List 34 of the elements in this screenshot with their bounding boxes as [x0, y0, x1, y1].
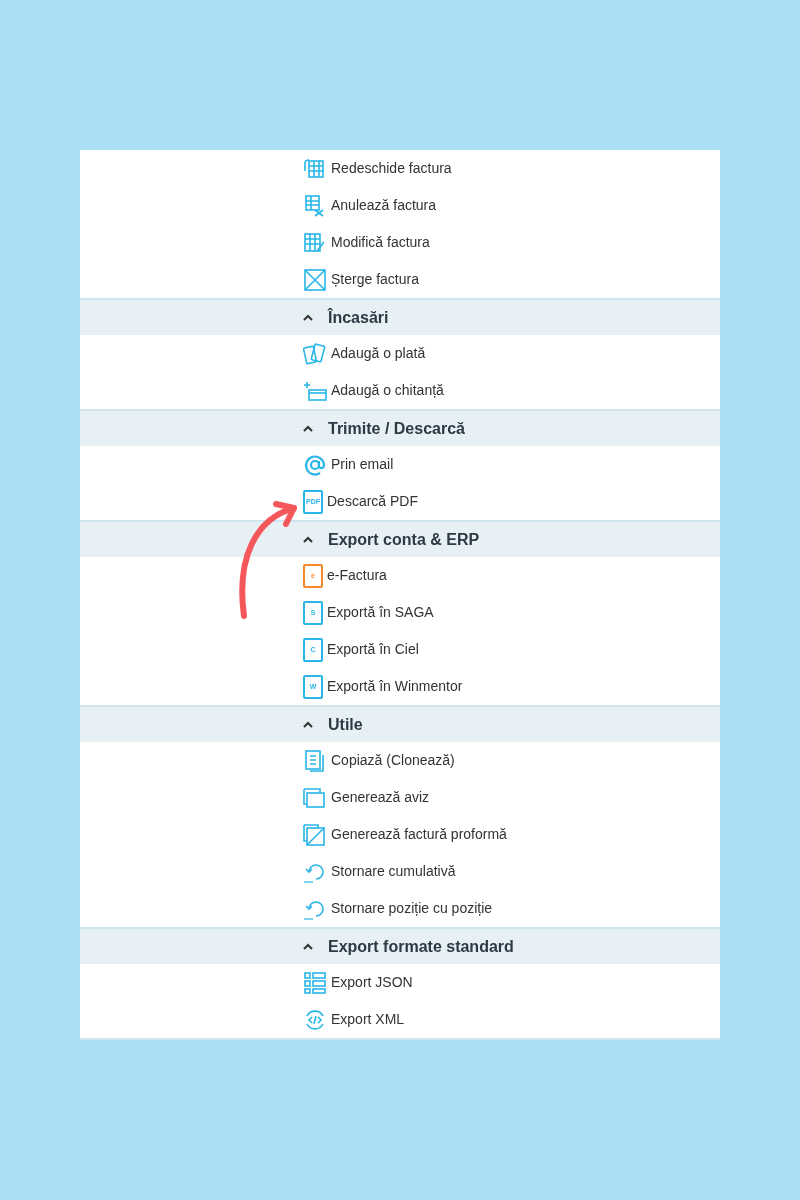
section-header[interactable]: Trimite / Descarcă: [80, 409, 720, 446]
section-title: Export formate standard: [328, 936, 514, 957]
section-header[interactable]: Export conta & ERP: [80, 520, 720, 557]
menu-item[interactable]: Export XML: [80, 1001, 720, 1038]
menu-item[interactable]: Adaugă o plată: [80, 335, 720, 372]
menu-item[interactable]: Anulează factura: [80, 187, 720, 224]
menu-item[interactable]: Modifică factura: [80, 224, 720, 261]
code-icon: [303, 1007, 327, 1032]
table-icon: [303, 230, 327, 255]
document-icon: [303, 822, 327, 847]
menu-item[interactable]: Generează factură proformă: [80, 816, 720, 853]
table-icon: [303, 156, 327, 181]
menu-item[interactable]: Adaugă o chitanță: [80, 372, 720, 409]
menu-item[interactable]: Prin email: [80, 446, 720, 483]
menu-item[interactable]: Stornare poziție cu poziție: [80, 890, 720, 927]
section-header[interactable]: Export formate standard: [80, 927, 720, 964]
menu-item[interactable]: Generează aviz: [80, 779, 720, 816]
delete-icon: [303, 267, 327, 292]
at-sign-icon: [303, 452, 327, 477]
menu-item[interactable]: Copiază (Clonează): [80, 742, 720, 779]
list-icon: [303, 970, 327, 995]
menu-item[interactable]: Export JSON: [80, 964, 720, 1001]
section-title: Utile: [328, 714, 363, 735]
section-title: Export conta & ERP: [328, 529, 480, 550]
copy-icon: [303, 748, 327, 773]
menu-item[interactable]: Stornare cumulativă: [80, 853, 720, 890]
section-header[interactable]: Utile: [80, 705, 720, 742]
copy-icon: [303, 785, 327, 810]
menu-item[interactable]: Redeschide factura: [80, 150, 720, 187]
menu-item[interactable]: Șterge factura: [80, 261, 720, 298]
section-title: Încasări: [328, 307, 389, 328]
section-header[interactable]: Încasări: [80, 298, 720, 335]
section-title: Trimite / Descarcă: [328, 418, 465, 439]
cards-icon: [303, 341, 327, 366]
